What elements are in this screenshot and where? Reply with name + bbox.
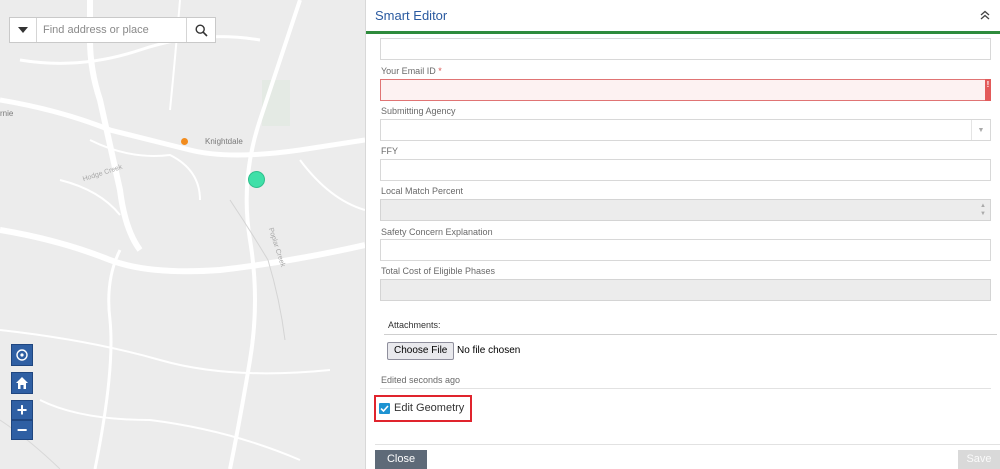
home-icon [16,377,28,389]
spinner-arrows-icon: ▲ ▼ [980,203,986,217]
total-cost-field [380,279,991,301]
map-search [9,17,216,43]
chevron-down-icon: ▼ [971,120,990,140]
submitting-agency-label: Submitting Agency [381,106,456,116]
crosshair-icon [16,349,28,361]
safety-concern-label: Safety Concern Explanation [381,227,493,237]
edit-geometry-label: Edit Geometry [394,402,465,414]
search-icon [194,23,208,37]
attachments-label: Attachments: [388,320,441,330]
zoom-in-button[interactable]: + [11,400,33,420]
collapse-chevron-icon[interactable] [980,10,990,22]
save-button[interactable]: Save [958,450,1000,469]
footer-divider [375,444,1000,445]
edit-geometry-checkbox[interactable] [379,402,390,414]
locate-button[interactable] [11,344,33,366]
search-input[interactable] [37,19,186,41]
submitting-agency-select[interactable]: ▼ [380,119,991,141]
edited-timestamp: Edited seconds ago [381,375,461,385]
ffy-field[interactable] [380,159,991,181]
email-label: Your Email ID * [381,66,442,76]
orange-map-marker[interactable] [181,138,188,145]
plus-icon: + [16,400,28,420]
safety-concern-field[interactable] [380,239,991,261]
map-basemap [0,0,365,469]
search-button[interactable] [186,18,215,42]
divider [380,388,991,389]
local-match-percent-field: ▲ ▼ [380,199,991,221]
map-view[interactable]: Knightdale rnie Hodge Creek Poplar Creek… [0,0,365,469]
local-match-percent-label: Local Match Percent [381,186,464,196]
error-marker-icon: ! [985,79,991,101]
checkmark-icon [380,404,389,412]
caret-down-icon [18,27,28,33]
close-button[interactable]: Close [375,450,427,469]
total-cost-label: Total Cost of Eligible Phases [381,266,496,276]
minus-icon: − [16,420,28,440]
edit-geometry-row[interactable]: Edit Geometry [379,402,464,414]
email-field[interactable]: ! [380,79,991,101]
previous-field-input[interactable] [380,38,991,60]
panel-header: Smart Editor [366,0,1000,34]
map-label-partial: rnie [0,109,14,118]
zoom-out-button[interactable]: − [11,420,33,440]
selected-feature-marker[interactable] [248,171,265,188]
home-button[interactable] [11,372,33,394]
ffy-label: FFY [381,146,398,156]
panel-title: Smart Editor [375,8,448,23]
choose-file-button[interactable]: Choose File [387,342,455,360]
search-source-dropdown[interactable] [10,18,37,42]
no-file-text: No file chosen [457,345,521,356]
map-label-knightdale: Knightdale [205,137,243,146]
attachments-divider [384,334,997,335]
